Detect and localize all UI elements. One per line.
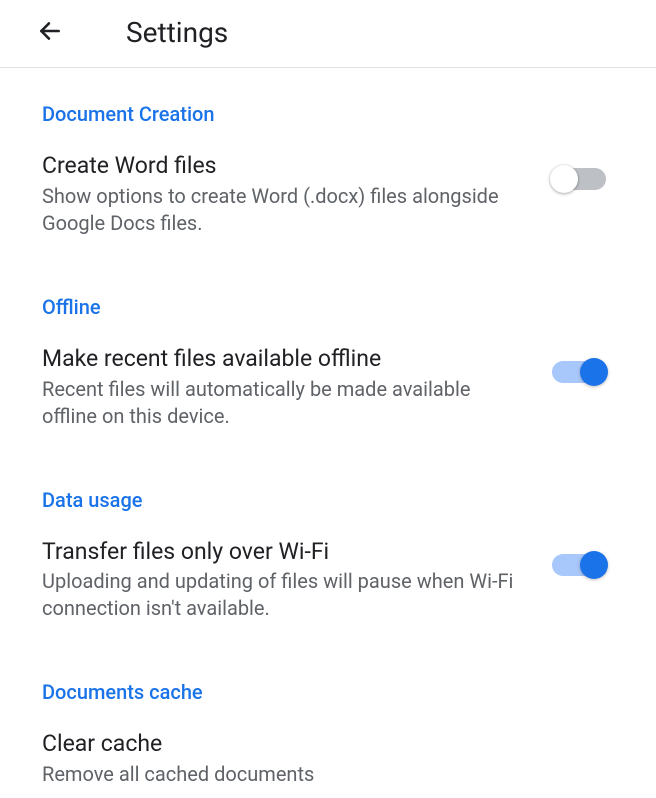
setting-title: Clear cache <box>42 730 614 761</box>
settings-content: Document Creation Create Word files Show… <box>0 68 656 788</box>
toggle-thumb <box>550 165 578 193</box>
setting-desc: Remove all cached documents <box>42 761 614 788</box>
toggle-wifi-only[interactable] <box>552 554 606 576</box>
setting-offline-files[interactable]: Make recent files available offline Rece… <box>42 331 614 430</box>
section-header-data-usage: Data usage <box>42 454 614 524</box>
setting-clear-cache[interactable]: Clear cache Remove all cached documents <box>42 716 614 788</box>
toggle-offline-files[interactable] <box>552 361 606 383</box>
setting-title: Make recent files available offline <box>42 345 528 376</box>
setting-wifi-only[interactable]: Transfer files only over Wi-Fi Uploading… <box>42 524 614 623</box>
section-header-documents-cache: Documents cache <box>42 646 614 716</box>
setting-title: Create Word files <box>42 152 528 183</box>
section-header-document-creation: Document Creation <box>42 68 614 138</box>
app-header: Settings <box>0 0 656 68</box>
setting-create-word-files[interactable]: Create Word files Show options to create… <box>42 138 614 237</box>
setting-desc: Show options to create Word (.docx) file… <box>42 183 528 237</box>
page-title: Settings <box>126 16 228 49</box>
toggle-thumb <box>580 551 608 579</box>
arrow-left-icon <box>37 18 63 48</box>
setting-text: Transfer files only over Wi-Fi Uploading… <box>42 538 528 623</box>
setting-text: Create Word files Show options to create… <box>42 152 528 237</box>
setting-desc: Recent files will automatically be made … <box>42 376 528 430</box>
toggle-thumb <box>580 358 608 386</box>
back-button[interactable] <box>34 17 66 49</box>
toggle-create-word-files[interactable] <box>552 168 606 190</box>
setting-title: Transfer files only over Wi-Fi <box>42 538 528 569</box>
section-header-offline: Offline <box>42 261 614 331</box>
setting-text: Clear cache Remove all cached documents <box>42 730 614 788</box>
setting-text: Make recent files available offline Rece… <box>42 345 528 430</box>
setting-desc: Uploading and updating of files will pau… <box>42 568 528 622</box>
